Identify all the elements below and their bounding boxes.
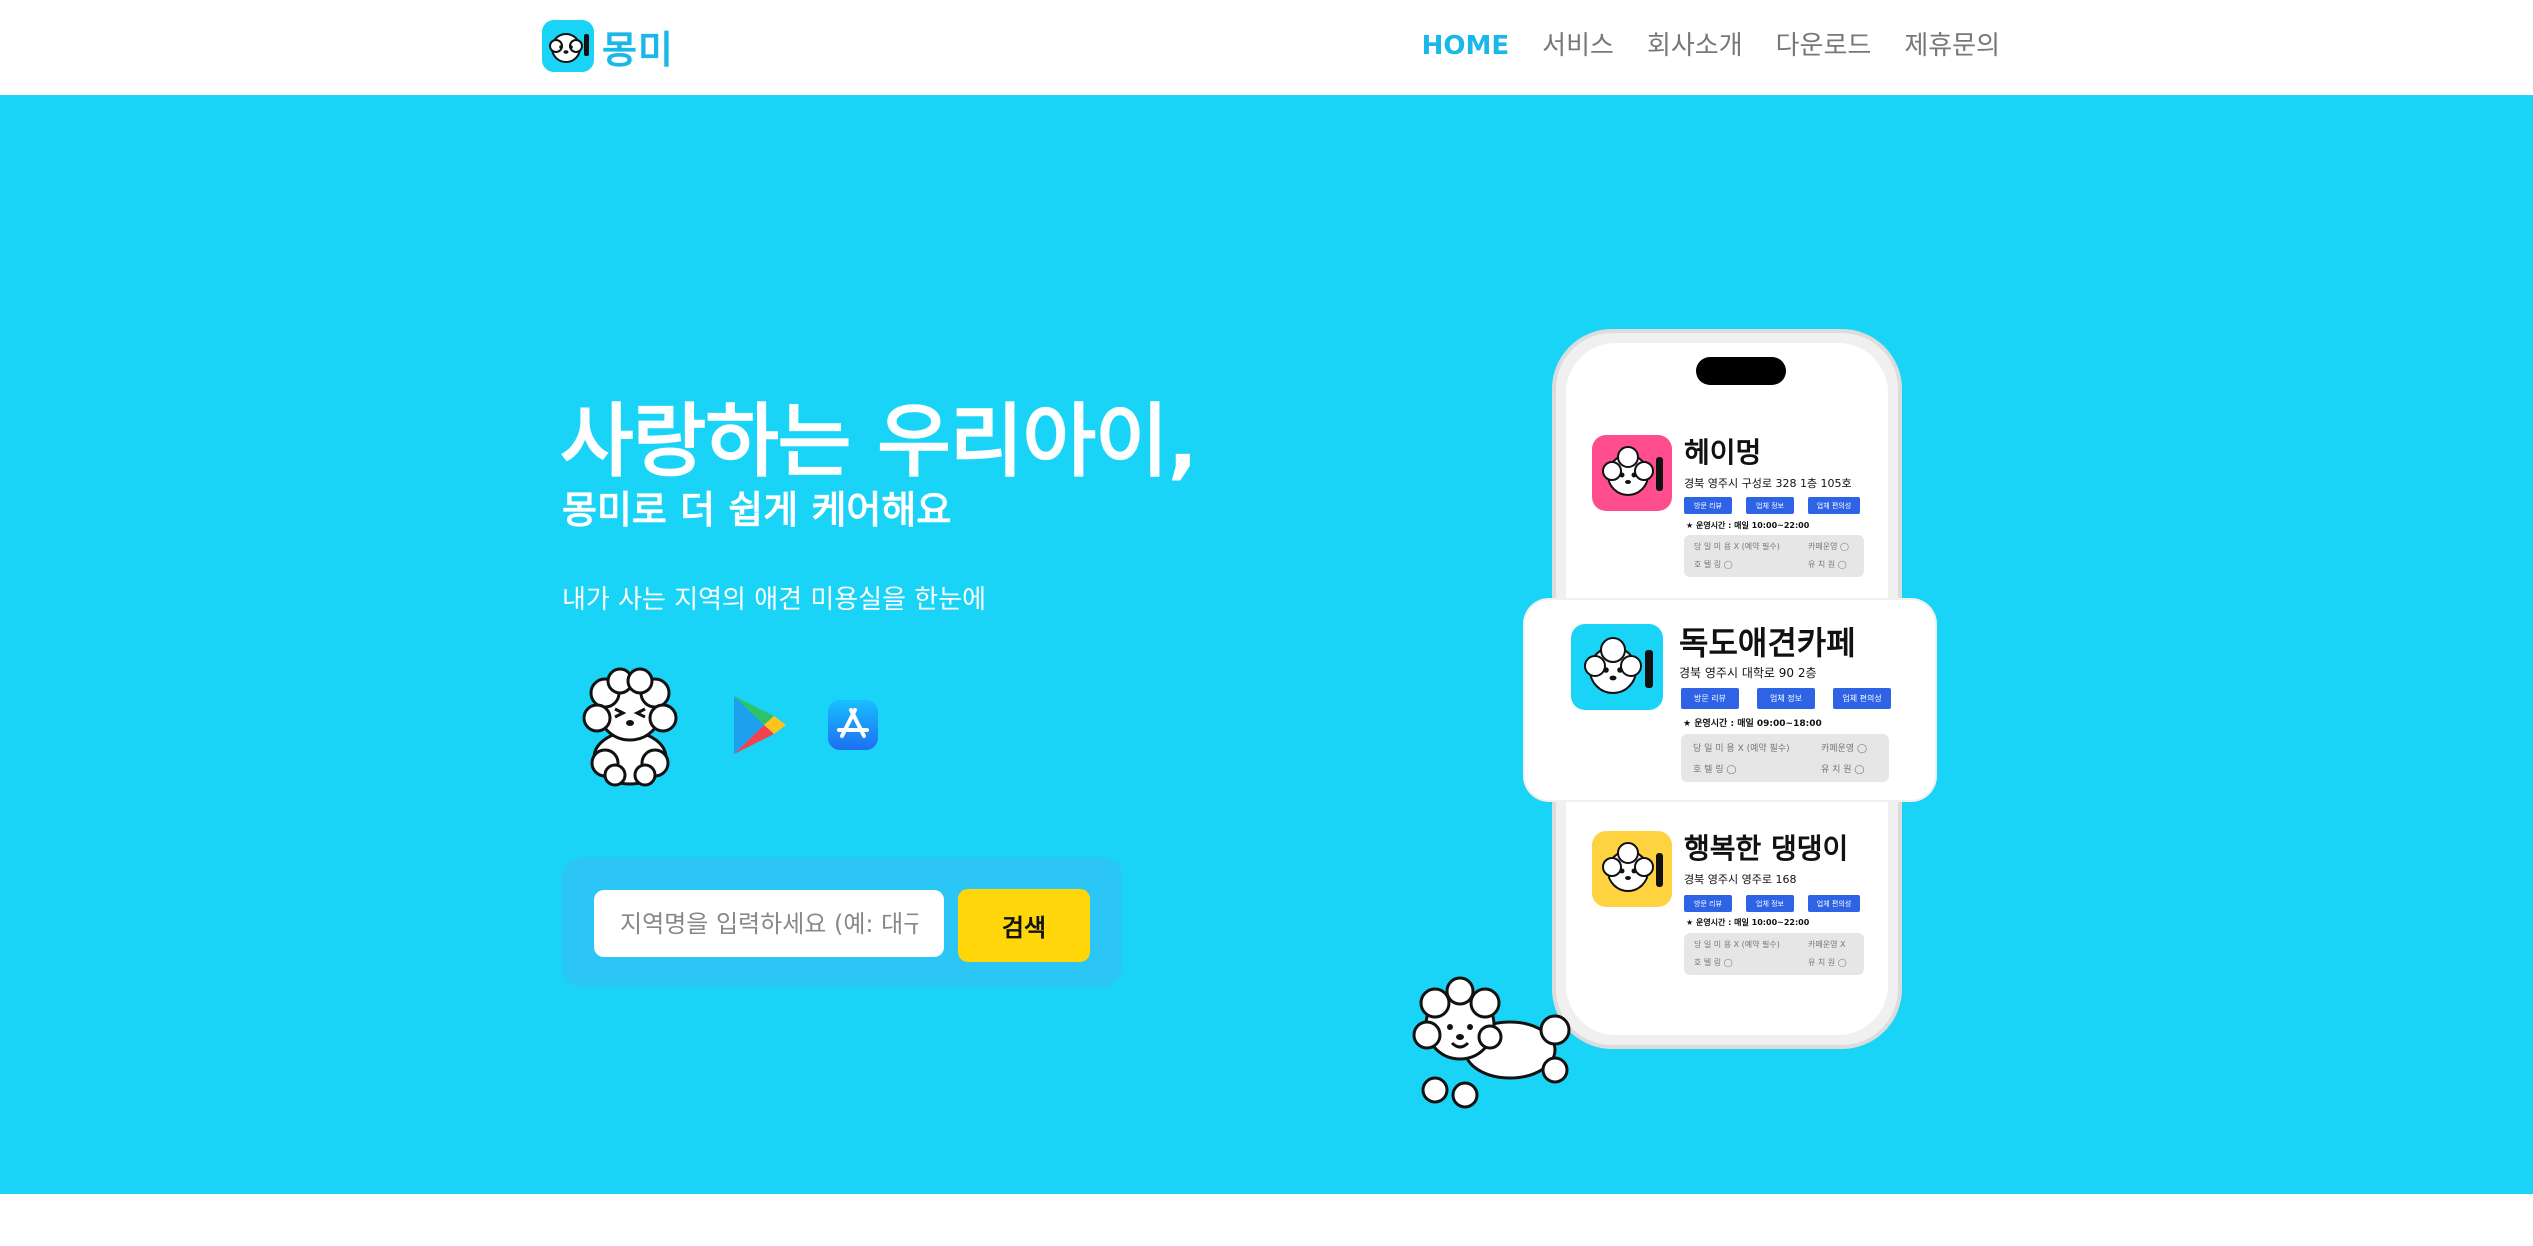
info-item: 유 치 원 ◯ (1821, 765, 1865, 775)
nav-about[interactable]: 회사소개 (1647, 26, 1743, 66)
shop-address: 경북 영주시 구성로 328 1층 105호 (1684, 477, 1852, 490)
convenience-badge[interactable]: 업체 편의성 (1833, 688, 1891, 709)
site-header: 몽미 HOME 서비스 회사소개 다운로드 제휴문의 (0, 0, 2533, 95)
info-item: 유 치 원 ◯ (1808, 560, 1847, 569)
shop-hours: ★ 운영시간 : 매일 10:00~22:00 (1686, 918, 1810, 927)
search-box: 검색 (562, 857, 1122, 987)
shop-name: 행복한 댕댕이 (1684, 832, 1849, 865)
nav-home[interactable]: HOME (1422, 26, 1510, 66)
hero-description: 내가 사는 지역의 애견 미용실을 한눈에 (562, 585, 987, 615)
featured-shop-card[interactable]: 독도애견카페 경북 영주시 대학로 90 2층 방문 리뷰 업체 정보 업체 편… (1525, 600, 1935, 800)
logo[interactable]: 몽미 (542, 20, 674, 72)
shop-badges: 방문 리뷰 업체 정보 업체 편의성 (1684, 895, 1860, 912)
convenience-badge[interactable]: 업체 편의성 (1808, 497, 1860, 514)
google-play-icon[interactable] (730, 694, 788, 756)
review-badge[interactable]: 방문 리뷰 (1684, 895, 1732, 912)
shop-info-box: 당 일 미 용 X (예약 필수) 카페운영 X 호 텔 링 ◯ 유 치 원 ◯ (1684, 933, 1864, 975)
sitting-dog-mascot (575, 663, 685, 788)
shop-badges: 방문 리뷰 업체 정보 업체 편의성 (1684, 497, 1860, 514)
shop-card[interactable]: 행복한 댕댕이 경북 영주시 영주로 168 방문 리뷰 업체 정보 업체 편의… (1566, 803, 1888, 1033)
info-badge[interactable]: 업체 정보 (1746, 497, 1794, 514)
info-item: 유 치 원 ◯ (1808, 958, 1847, 967)
shop-address: 경북 영주시 대학로 90 2층 (1679, 666, 1817, 680)
hero-title: 사랑하는 우리아이, (560, 395, 1198, 488)
comb-icon (1645, 650, 1653, 688)
info-badge[interactable]: 업체 정보 (1746, 895, 1794, 912)
info-item: 당 일 미 용 X (예약 필수) (1694, 542, 1780, 551)
shop-icon (1592, 831, 1672, 907)
shop-hours: ★ 운영시간 : 매일 10:00~22:00 (1686, 521, 1810, 530)
jumping-dog-mascot (1405, 975, 1585, 1115)
shop-address: 경북 영주시 영주로 168 (1684, 873, 1797, 886)
comb-icon (1656, 853, 1663, 887)
region-search-input[interactable] (594, 890, 944, 957)
hero-section: 사랑하는 우리아이, 몽미로 더 쉽게 케어해요 내가 사는 지역의 애견 미용… (0, 95, 2533, 1194)
info-item: 카페운영 ◯ (1808, 542, 1849, 551)
convenience-badge[interactable]: 업체 편의성 (1808, 895, 1860, 912)
search-button[interactable]: 검색 (958, 889, 1090, 962)
hero-subtitle: 몽미로 더 쉽게 케어해요 (562, 488, 952, 532)
shop-info-box: 당 일 미 용 X (예약 필수) 카페운영 ◯ 호 텔 링 ◯ 유 치 원 ◯ (1681, 734, 1889, 782)
nav-partnership[interactable]: 제휴문의 (1904, 26, 2000, 66)
review-badge[interactable]: 방문 리뷰 (1684, 497, 1732, 514)
shop-card[interactable]: 헤이멍 경북 영주시 구성로 328 1층 105호 방문 리뷰 업체 정보 업… (1566, 343, 1888, 577)
info-item: 호 텔 링 ◯ (1693, 765, 1737, 775)
shop-icon (1592, 435, 1672, 511)
shop-name: 헤이멍 (1684, 436, 1762, 469)
info-badge[interactable]: 업체 정보 (1757, 688, 1815, 709)
shop-info-box: 당 일 미 용 X (예약 필수) 카페운영 ◯ 호 텔 링 ◯ 유 치 원 ◯ (1684, 535, 1864, 577)
nav-services[interactable]: 서비스 (1542, 26, 1614, 66)
logo-text: 몽미 (602, 27, 674, 72)
shop-hours: ★ 운영시간 : 매일 09:00~18:00 (1683, 719, 1822, 729)
page-bottom (0, 1194, 2533, 1246)
shop-name: 독도애견카페 (1679, 624, 1856, 662)
review-badge[interactable]: 방문 리뷰 (1681, 688, 1739, 709)
info-item: 당 일 미 용 X (예약 필수) (1694, 940, 1780, 949)
app-links (575, 660, 878, 790)
info-item: 카페운영 ◯ (1821, 744, 1868, 754)
info-item: 호 텔 링 ◯ (1694, 958, 1733, 967)
comb-icon (1656, 457, 1663, 491)
main-nav: HOME 서비스 회사소개 다운로드 제휴문의 (1422, 26, 2000, 66)
shop-badges: 방문 리뷰 업체 정보 업체 편의성 (1681, 688, 1891, 709)
app-store-icon[interactable] (828, 700, 878, 750)
info-item: 당 일 미 용 X (예약 필수) (1693, 744, 1790, 754)
nav-download[interactable]: 다운로드 (1776, 26, 1872, 66)
info-item: 호 텔 링 ◯ (1694, 560, 1733, 569)
shop-icon (1571, 624, 1663, 710)
info-item: 카페운영 X (1808, 940, 1846, 949)
dog-logo-icon (542, 20, 594, 72)
